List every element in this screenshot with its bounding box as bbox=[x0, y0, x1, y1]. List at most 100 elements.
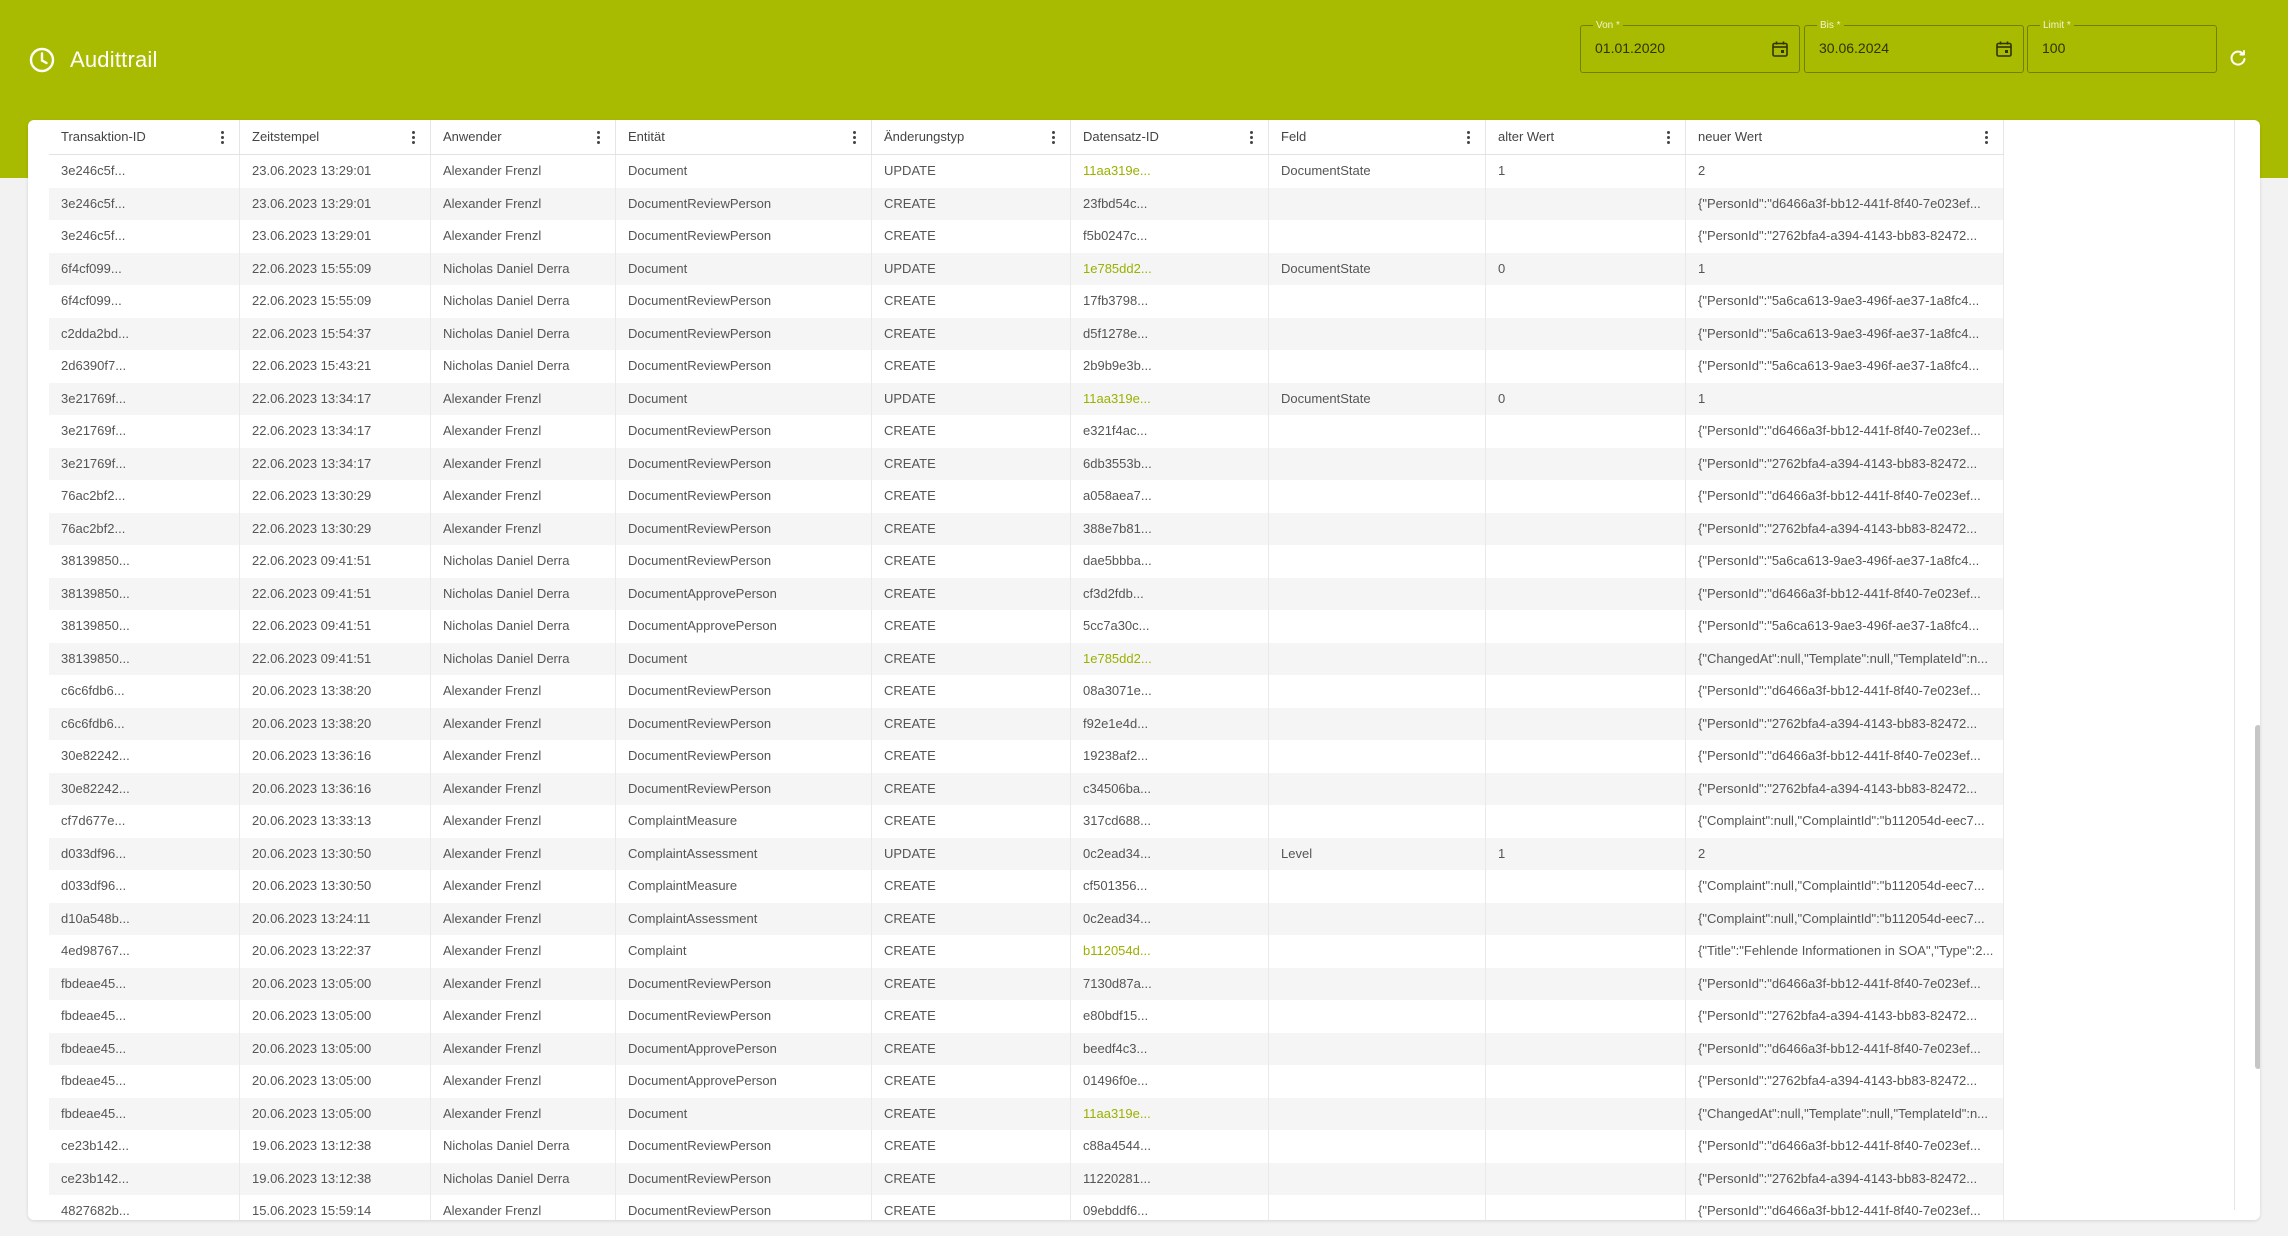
table-row[interactable]: 4ed98767... 20.06.2023 13:22:37 Alexander … bbox=[49, 935, 2004, 968]
cell-change-type: UPDATE bbox=[872, 155, 1071, 188]
table-row[interactable]: 3e246c5f... 23.06.2023 13:29:01 Alexander … bbox=[49, 187, 2004, 220]
column-menu-icon[interactable] bbox=[412, 131, 416, 145]
cell-user: Alexander Frenzl bbox=[431, 155, 616, 188]
column-menu-icon[interactable] bbox=[1250, 131, 1254, 145]
cell-record-id[interactable]: 1e785dd2... bbox=[1071, 642, 1269, 675]
cell-timestamp: 22.06.2023 09:41:51 bbox=[240, 610, 431, 643]
cell-entity: ComplaintAssessment bbox=[616, 902, 872, 935]
table-row[interactable]: c6c6fdb6... 20.06.2023 13:38:20 Alexander … bbox=[49, 675, 2004, 708]
cell-change-type: CREATE bbox=[872, 480, 1071, 513]
column-header-label: neuer Wert bbox=[1698, 129, 1763, 144]
table-row[interactable]: 3e21769f... 22.06.2023 13:34:17 Alexander … bbox=[49, 415, 2004, 448]
column-header-transaction-id[interactable]: Transaktion-ID bbox=[49, 120, 240, 154]
column-header-old-value[interactable]: alter Wert bbox=[1486, 120, 1686, 154]
column-menu-icon[interactable] bbox=[1467, 131, 1471, 145]
table-row[interactable]: c6c6fdb6... 20.06.2023 13:38:20 Alexander … bbox=[49, 707, 2004, 740]
table-row[interactable]: d033df96... 20.06.2023 13:30:50 Alexander … bbox=[49, 837, 2004, 870]
table-row[interactable]: ce23b142... 19.06.2023 13:12:38 Nicholas D… bbox=[49, 1130, 2004, 1163]
table-row[interactable]: 6f4cf099... 22.06.2023 15:55:09 Nicholas D… bbox=[49, 285, 2004, 318]
audit-table-card: Transaktion-ID Zeitstempel Anwender Entität… bbox=[28, 120, 2260, 1220]
table-row[interactable]: d033df96... 20.06.2023 13:30:50 Alexander … bbox=[49, 870, 2004, 903]
column-header-record-id[interactable]: Datensatz-ID bbox=[1071, 120, 1269, 154]
cell-record-id[interactable]: b112054d... bbox=[1071, 935, 1269, 968]
cell-user: Nicholas Daniel Derra bbox=[431, 545, 616, 578]
cell-transaction-id: c6c6fdb6... bbox=[49, 675, 240, 708]
cell-change-type: CREATE bbox=[872, 902, 1071, 935]
table-row[interactable]: 3e21769f... 22.06.2023 13:34:17 Alexander … bbox=[49, 447, 2004, 480]
table-row[interactable]: 30e82242... 20.06.2023 13:36:16 Alexander … bbox=[49, 772, 2004, 805]
date-from-field[interactable]: Von * bbox=[1580, 20, 1800, 73]
table-row[interactable]: fbdeae45... 20.06.2023 13:05:00 Alexander … bbox=[49, 1097, 2004, 1130]
cell-record-id: e80bdf15... bbox=[1071, 1000, 1269, 1033]
cell-entity: Document bbox=[616, 382, 872, 415]
table-row[interactable]: 2d6390f7... 22.06.2023 15:43:21 Nicholas D… bbox=[49, 350, 2004, 383]
column-header-timestamp[interactable]: Zeitstempel bbox=[240, 120, 431, 154]
calendar-icon[interactable] bbox=[1995, 40, 2013, 58]
cell-record-id[interactable]: 11aa319e... bbox=[1071, 155, 1269, 188]
table-row[interactable]: 3e21769f... 22.06.2023 13:34:17 Alexander … bbox=[49, 382, 2004, 415]
table-row[interactable]: 76ac2bf2... 22.06.2023 13:30:29 Alexander … bbox=[49, 512, 2004, 545]
cell-new-value: 2 bbox=[1686, 837, 2004, 870]
column-header-user[interactable]: Anwender bbox=[431, 120, 616, 154]
cell-old-value bbox=[1486, 1195, 1686, 1220]
date-from-input[interactable] bbox=[1595, 40, 1755, 56]
table-row[interactable]: 3e246c5f... 23.06.2023 13:29:01 Alexander … bbox=[49, 155, 2004, 188]
table-row[interactable]: 38139850... 22.06.2023 09:41:51 Nicholas D… bbox=[49, 642, 2004, 675]
table-row[interactable]: 38139850... 22.06.2023 09:41:51 Nicholas D… bbox=[49, 577, 2004, 610]
limit-field[interactable]: Limit * bbox=[2027, 20, 2217, 73]
limit-input[interactable] bbox=[2042, 40, 2202, 56]
cell-old-value: 1 bbox=[1486, 155, 1686, 188]
table-row[interactable]: 76ac2bf2... 22.06.2023 13:30:29 Alexander … bbox=[49, 480, 2004, 513]
refresh-icon[interactable] bbox=[2228, 48, 2248, 68]
cell-change-type: CREATE bbox=[872, 187, 1071, 220]
column-header-field[interactable]: Feld bbox=[1269, 120, 1486, 154]
column-menu-icon[interactable] bbox=[1052, 131, 1056, 145]
cell-user: Nicholas Daniel Derra bbox=[431, 252, 616, 285]
cell-record-id: dae5bbba... bbox=[1071, 545, 1269, 578]
date-to-field[interactable]: Bis * bbox=[1804, 20, 2024, 73]
cell-new-value: {"PersonId":"2762bfa4-a394-4143-bb83-824… bbox=[1686, 772, 2004, 805]
cell-timestamp: 20.06.2023 13:05:00 bbox=[240, 967, 431, 1000]
table-row[interactable]: 38139850... 22.06.2023 09:41:51 Nicholas D… bbox=[49, 610, 2004, 643]
column-header-new-value[interactable]: neuer Wert bbox=[1686, 120, 2004, 154]
cell-user: Alexander Frenzl bbox=[431, 675, 616, 708]
cell-entity: DocumentReviewPerson bbox=[616, 285, 872, 318]
table-row[interactable]: fbdeae45... 20.06.2023 13:05:00 Alexander … bbox=[49, 967, 2004, 1000]
date-to-input[interactable] bbox=[1819, 40, 1979, 56]
cell-field bbox=[1269, 1097, 1486, 1130]
page-title: Audittrail bbox=[70, 47, 158, 72]
table-row[interactable]: 4827682b... 15.06.2023 15:59:14 Alexander … bbox=[49, 1195, 2004, 1220]
table-row[interactable]: fbdeae45... 20.06.2023 13:05:00 Alexander … bbox=[49, 1032, 2004, 1065]
cell-user: Alexander Frenzl bbox=[431, 805, 616, 838]
cell-entity: DocumentReviewPerson bbox=[616, 740, 872, 773]
table-row[interactable]: cf7d677e... 20.06.2023 13:33:13 Alexander … bbox=[49, 805, 2004, 838]
table-row[interactable]: fbdeae45... 20.06.2023 13:05:00 Alexander … bbox=[49, 1065, 2004, 1098]
column-menu-icon[interactable] bbox=[853, 131, 857, 145]
cell-record-id[interactable]: 11aa319e... bbox=[1071, 1097, 1269, 1130]
table-row[interactable]: 3e246c5f... 23.06.2023 13:29:01 Alexander … bbox=[49, 220, 2004, 253]
cell-change-type: UPDATE bbox=[872, 837, 1071, 870]
cell-record-id[interactable]: 1e785dd2... bbox=[1071, 252, 1269, 285]
cell-field bbox=[1269, 187, 1486, 220]
table-row[interactable]: 6f4cf099... 22.06.2023 15:55:09 Nicholas D… bbox=[49, 252, 2004, 285]
table-row[interactable]: c2dda2bd... 22.06.2023 15:54:37 Nicholas D… bbox=[49, 317, 2004, 350]
cell-record-id[interactable]: 11aa319e... bbox=[1071, 382, 1269, 415]
column-menu-icon[interactable] bbox=[597, 131, 601, 145]
column-header-change-type[interactable]: Änderungstyp bbox=[872, 120, 1071, 154]
table-row[interactable]: 30e82242... 20.06.2023 13:36:16 Alexander … bbox=[49, 740, 2004, 773]
table-row[interactable]: ce23b142... 19.06.2023 13:12:38 Nicholas D… bbox=[49, 1162, 2004, 1195]
cell-timestamp: 20.06.2023 13:05:00 bbox=[240, 1000, 431, 1033]
cell-user: Alexander Frenzl bbox=[431, 902, 616, 935]
column-header-entity[interactable]: Entität bbox=[616, 120, 872, 154]
table-row[interactable]: fbdeae45... 20.06.2023 13:05:00 Alexander … bbox=[49, 1000, 2004, 1033]
column-menu-icon[interactable] bbox=[1985, 131, 1989, 145]
column-menu-icon[interactable] bbox=[221, 131, 225, 145]
table-row[interactable]: 38139850... 22.06.2023 09:41:51 Nicholas D… bbox=[49, 545, 2004, 578]
calendar-icon[interactable] bbox=[1771, 40, 1789, 58]
cell-entity: DocumentApprovePerson bbox=[616, 1032, 872, 1065]
scrollbar-thumb[interactable] bbox=[2255, 725, 2260, 1069]
table-row[interactable]: d10a548b... 20.06.2023 13:24:11 Alexander … bbox=[49, 902, 2004, 935]
column-menu-icon[interactable] bbox=[1667, 131, 1671, 145]
cell-timestamp: 22.06.2023 13:34:17 bbox=[240, 447, 431, 480]
clock-icon bbox=[29, 47, 55, 73]
